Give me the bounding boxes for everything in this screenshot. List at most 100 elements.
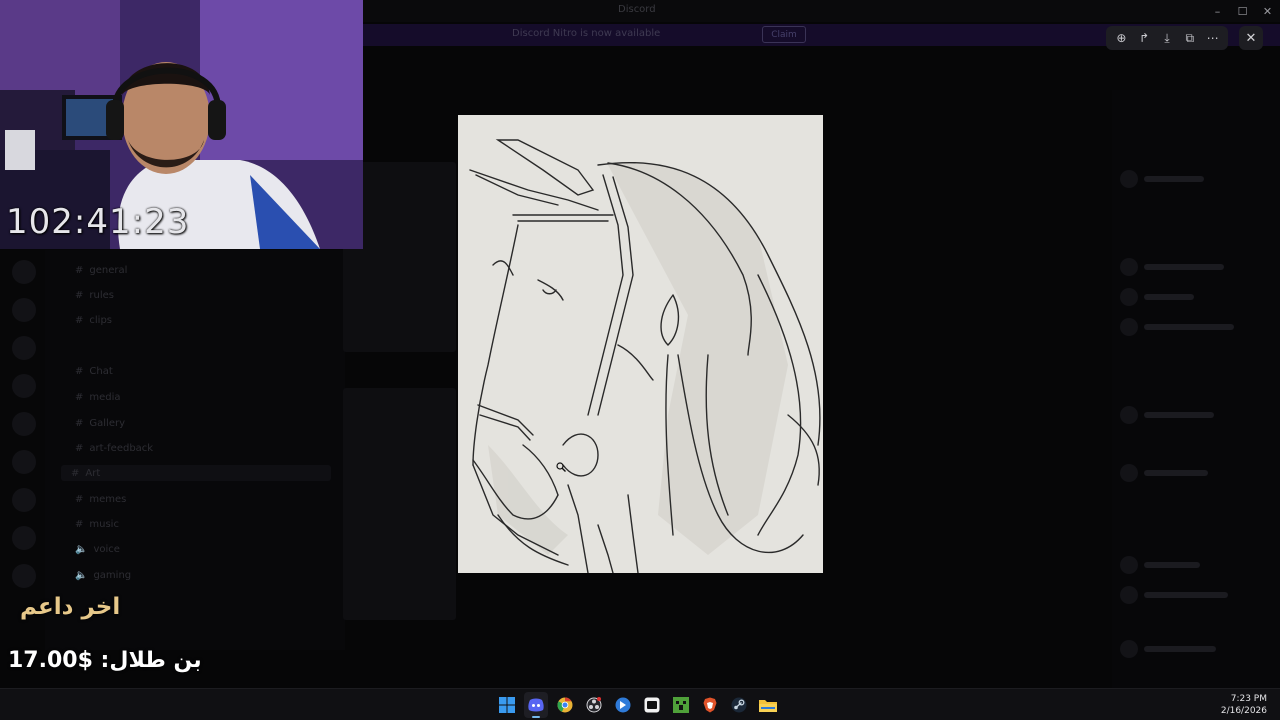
window-title: Discord <box>618 4 656 15</box>
hash-icon: # <box>71 467 80 479</box>
server-icon[interactable] <box>12 488 36 512</box>
avatar <box>1120 170 1138 188</box>
server-icon[interactable] <box>12 260 36 284</box>
hash-icon: # <box>75 417 84 429</box>
server-icon[interactable] <box>12 564 36 588</box>
channel-label: music <box>89 518 119 530</box>
server-icon[interactable] <box>12 526 36 550</box>
avatar <box>1120 586 1138 604</box>
avatar <box>1120 288 1138 306</box>
minimize-icon[interactable]: – <box>1205 0 1230 22</box>
member-item[interactable] <box>1120 640 1216 658</box>
server-icon[interactable] <box>12 298 36 322</box>
minecraft-icon[interactable] <box>669 692 693 718</box>
member-name <box>1144 294 1194 300</box>
close-window-icon[interactable]: ✕ <box>1255 0 1280 22</box>
stream-timer: 102:41:23 <box>6 202 190 242</box>
channel-item[interactable]: # rules <box>75 287 114 303</box>
avatar <box>1120 464 1138 482</box>
clock-date: 2/16/2026 <box>1220 706 1267 716</box>
chrome-icon[interactable] <box>553 692 577 718</box>
member-item[interactable] <box>1120 464 1208 482</box>
member-name <box>1144 592 1228 598</box>
hash-icon: # <box>75 518 84 530</box>
horse-sketch-drawing <box>469 139 821 573</box>
channel-item[interactable]: # media <box>75 389 121 405</box>
obs-icon[interactable] <box>582 692 606 718</box>
channel-label: Art <box>85 467 101 479</box>
image-viewer-toolbar: ⊕ ↱ ⤓ ⧉ ⋯ <box>1106 26 1228 50</box>
system-clock[interactable]: 7:23 PM 2/16/2026 <box>1221 693 1267 717</box>
member-name <box>1144 264 1224 270</box>
open-external-icon[interactable]: ⧉ <box>1179 28 1201 48</box>
channel-item[interactable]: # art-feedback <box>75 440 153 456</box>
channel-item[interactable]: # memes <box>75 491 126 507</box>
channel-item[interactable]: # Gallery <box>75 415 125 431</box>
app-blue-icon[interactable] <box>611 692 635 718</box>
hash-icon: # <box>75 264 84 276</box>
brave-icon[interactable] <box>698 692 722 718</box>
capcut-icon[interactable] <box>640 692 664 718</box>
speaker-icon: 🔈 <box>75 543 88 555</box>
banner-button[interactable]: Claim <box>762 26 806 43</box>
member-item[interactable] <box>1120 170 1204 188</box>
last-supporter-heading: اخر داعم <box>20 594 121 620</box>
close-viewer-button[interactable]: ✕ <box>1239 26 1263 50</box>
horse-sketch-image[interactable] <box>458 115 823 573</box>
clock-time: 7:23 PM <box>1230 694 1267 704</box>
channel-label: Chat <box>89 365 113 377</box>
server-icon[interactable] <box>12 336 36 360</box>
taskbar: 7:23 PM 2/16/2026 <box>0 688 1280 720</box>
channel-item[interactable]: # clips <box>75 312 112 328</box>
windows-start-icon[interactable] <box>495 692 519 718</box>
member-name <box>1144 176 1204 182</box>
zoom-in-icon[interactable]: ⊕ <box>1110 28 1132 48</box>
hash-icon: # <box>75 314 84 326</box>
share-icon[interactable]: ↱ <box>1133 28 1155 48</box>
steam-icon[interactable] <box>727 692 751 718</box>
attachment-thumbnail[interactable] <box>343 388 456 620</box>
member-item[interactable] <box>1120 556 1200 574</box>
channel-list: # general # rules # clips # Chat # media # Gal… <box>45 250 345 650</box>
hash-icon: # <box>75 493 84 505</box>
download-icon[interactable]: ⤓ <box>1156 28 1178 48</box>
member-item[interactable] <box>1120 258 1224 276</box>
member-item[interactable] <box>1120 318 1234 336</box>
member-name <box>1144 324 1234 330</box>
server-rail <box>0 250 45 630</box>
avatar <box>1120 258 1138 276</box>
channel-item[interactable]: # general <box>75 262 127 278</box>
server-icon[interactable] <box>12 412 36 436</box>
webcam-overlay: 102:41:23 <box>0 0 363 249</box>
maximize-icon[interactable]: ☐ <box>1230 0 1255 22</box>
taskbar-apps <box>495 692 780 718</box>
banner-text: Discord Nitro is now available <box>512 28 661 39</box>
last-supporter-amount: بن طلال: $17.00 <box>8 648 202 673</box>
channel-label: rules <box>89 289 114 301</box>
channel-item[interactable]: # Chat <box>75 363 113 379</box>
speaker-icon: 🔈 <box>75 569 88 581</box>
channel-label: media <box>89 391 121 403</box>
member-item[interactable] <box>1120 406 1214 424</box>
member-name <box>1144 646 1216 652</box>
member-item[interactable] <box>1120 288 1194 306</box>
channel-item[interactable]: # music <box>75 516 119 532</box>
avatar <box>1120 406 1138 424</box>
channel-item[interactable]: 🔈 gaming <box>75 567 131 583</box>
hash-icon: # <box>75 442 84 454</box>
more-icon[interactable]: ⋯ <box>1202 28 1224 48</box>
discord-icon[interactable] <box>524 692 548 718</box>
server-icon[interactable] <box>12 450 36 474</box>
server-icon[interactable] <box>12 374 36 398</box>
window-controls: – ☐ ✕ <box>1205 0 1280 22</box>
channel-label: art-feedback <box>89 442 154 454</box>
channel-label: gaming <box>93 569 132 581</box>
desktop-screen: Discord – ☐ ✕ Discord Nitro is now avail… <box>0 0 1280 720</box>
channel-label: memes <box>89 493 127 505</box>
active-indicator <box>532 716 540 718</box>
channel-item[interactable]: 🔈 voice <box>75 541 120 557</box>
file-explorer-icon[interactable] <box>756 692 780 718</box>
member-item[interactable] <box>1120 586 1228 604</box>
channel-item-active[interactable]: # Art <box>61 465 331 481</box>
zoom-cursor-icon <box>556 462 566 472</box>
